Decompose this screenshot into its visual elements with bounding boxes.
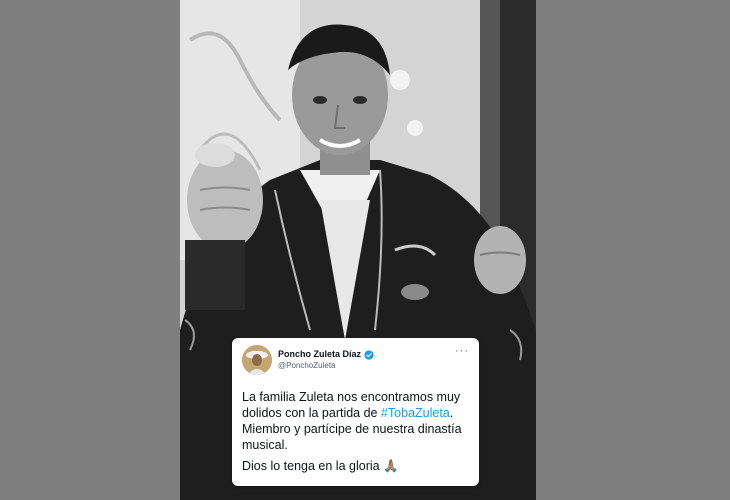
tweet-text: La familia Zuleta nos encontramos muy do… <box>242 389 469 474</box>
user-block: Poncho Zuleta Díaz @PonchoZuleta <box>278 349 455 371</box>
user-handle[interactable]: @PonchoZuleta <box>278 360 455 371</box>
display-name[interactable]: Poncho Zuleta Díaz <box>278 349 361 360</box>
display-name-row: Poncho Zuleta Díaz <box>278 349 455 360</box>
tweet-card[interactable]: Poncho Zuleta Díaz @PonchoZuleta ··· La … <box>232 338 479 486</box>
tweet-header: Poncho Zuleta Díaz @PonchoZuleta ··· <box>242 344 469 376</box>
tweet-second-line: Dios lo tenga en la gloria 🙏🏽 <box>242 459 399 473</box>
hashtag-link[interactable]: #TobaZuleta <box>381 406 450 420</box>
verified-badge-icon <box>364 349 374 360</box>
avatar[interactable] <box>242 345 272 375</box>
tweet-paragraph: La familia Zuleta nos encontramos muy do… <box>242 389 469 453</box>
more-options-icon[interactable]: ··· <box>455 346 469 357</box>
